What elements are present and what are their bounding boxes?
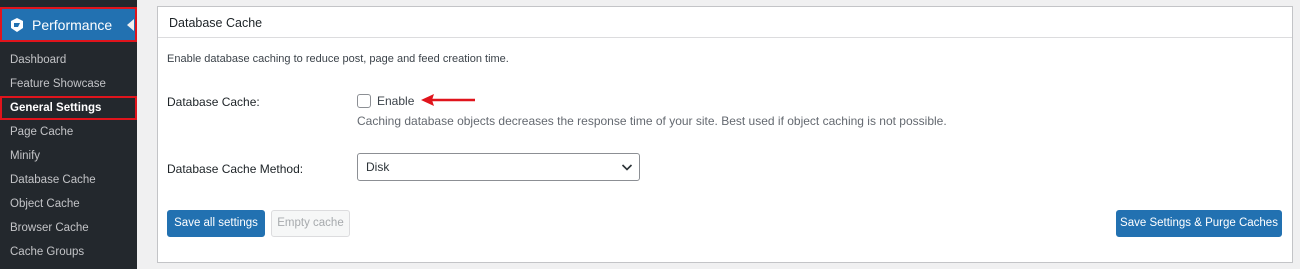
sidebar-item-dashboard[interactable]: Dashboard: [0, 48, 137, 72]
empty-cache-button[interactable]: Empty cache: [271, 210, 350, 237]
chevron-down-icon: [621, 164, 633, 171]
sidebar-item-feature-showcase[interactable]: Feature Showcase: [0, 72, 137, 96]
database-cache-label: Database Cache:: [167, 95, 260, 109]
sidebar-item-general-settings[interactable]: General Settings: [0, 96, 137, 120]
enable-checkbox-label[interactable]: Enable: [377, 94, 414, 108]
sidebar-item-browser-cache[interactable]: Browser Cache: [0, 216, 137, 240]
sidebar-header-label: Performance: [32, 17, 113, 33]
panel-description: Enable database caching to reduce post, …: [167, 53, 509, 65]
sidebar-item-cache-groups[interactable]: Cache Groups: [0, 240, 137, 264]
panel-title: Database Cache: [169, 16, 263, 30]
save-all-settings-button[interactable]: Save all settings: [167, 210, 265, 237]
sidebar-item-minify[interactable]: Minify: [0, 144, 137, 168]
current-menu-caret-icon: [127, 19, 134, 31]
performance-submenu: Dashboard Feature Showcase General Setti…: [0, 48, 137, 264]
enable-database-cache-checkbox[interactable]: [357, 94, 371, 108]
sidebar-item-performance[interactable]: Performance: [0, 7, 137, 42]
sidebar-item-page-cache[interactable]: Page Cache: [0, 120, 137, 144]
page: Performance Dashboard Feature Showcase G…: [0, 0, 1300, 269]
save-purge-caches-button[interactable]: Save Settings & Purge Caches: [1116, 210, 1282, 237]
select-value: Disk: [366, 160, 390, 174]
panel-divider: [158, 37, 1292, 38]
sidebar-item-database-cache[interactable]: Database Cache: [0, 168, 137, 192]
database-cache-method-select[interactable]: Disk: [357, 153, 640, 181]
red-arrow-icon: [421, 94, 475, 106]
sidebar-item-object-cache[interactable]: Object Cache: [0, 192, 137, 216]
database-cache-hint: Caching database objects decreases the r…: [357, 114, 947, 128]
database-cache-method-label: Database Cache Method:: [167, 162, 304, 176]
performance-icon: [11, 18, 23, 32]
admin-sidebar: Performance Dashboard Feature Showcase G…: [0, 0, 137, 269]
database-cache-panel: Database Cache Enable database caching t…: [157, 6, 1293, 263]
